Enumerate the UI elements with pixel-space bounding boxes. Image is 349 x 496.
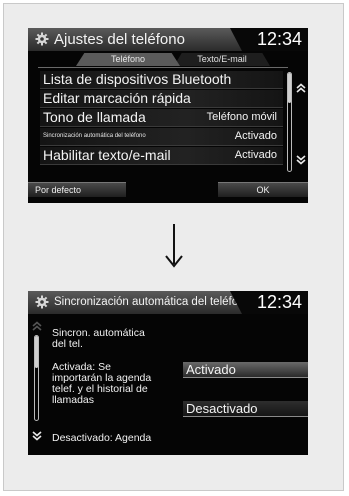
- double-chevron-down-icon[interactable]: [295, 155, 307, 165]
- tab-phone[interactable]: Teléfono: [76, 53, 180, 66]
- default-button[interactable]: Por defecto: [28, 182, 126, 197]
- menu-item-bluetooth-list[interactable]: Lista de dispositivos Bluetooth: [40, 71, 283, 89]
- tab-text-email[interactable]: Texto/E-mail: [174, 53, 270, 66]
- description-text: Sincron. automática del tel.: [52, 328, 145, 350]
- option-label: Desactivado: [186, 401, 258, 416]
- menu-item-auto-sync[interactable]: Sincronización automática del teléfono A…: [40, 128, 283, 146]
- clock-area: 12:34: [230, 291, 308, 314]
- clock-area: 12:34: [230, 28, 308, 51]
- double-chevron-down-icon[interactable]: [31, 431, 43, 441]
- tab-bar: Texto/E-mail Teléfono: [28, 53, 308, 67]
- menu-item-value: Teléfono móvil: [206, 111, 277, 123]
- menu-item-enable-text-email[interactable]: Habilitar texto/e-mail Activado: [40, 147, 283, 165]
- auto-sync-screen: Sincronización automática del teléfono 1…: [28, 291, 308, 455]
- menu-item-label: Lista de dispositivos Bluetooth: [43, 71, 232, 87]
- menu-item-label: Sincronización automática del teléfono: [43, 133, 146, 139]
- scrollbar-thumb[interactable]: [288, 73, 291, 103]
- scrollbar[interactable]: [34, 335, 39, 421]
- clock: 12:34: [256, 292, 302, 312]
- menu-item-ringtone[interactable]: Tono de llamada Teléfono móvil: [40, 109, 283, 127]
- double-chevron-up-icon[interactable]: [31, 321, 43, 331]
- menu-item-label: Tono de llamada: [43, 109, 146, 125]
- tab-label: Teléfono: [110, 54, 146, 64]
- header-bar: Sincronización automática del teléfono 1…: [28, 291, 308, 314]
- ok-button[interactable]: OK: [218, 182, 308, 197]
- default-button-label: Por defecto: [35, 185, 82, 195]
- menu-item-speed-dial[interactable]: Editar marcación rápida: [40, 90, 283, 108]
- double-chevron-up-icon[interactable]: [295, 83, 307, 93]
- ok-button-label: OK: [256, 185, 270, 195]
- menu-item-value: Activado: [234, 130, 277, 142]
- option-label: Activado: [186, 362, 236, 377]
- scrollbar-thumb[interactable]: [35, 336, 38, 368]
- gear-icon: [35, 32, 49, 46]
- description-text: Activada: Se importarán la agenda telef.…: [52, 362, 151, 406]
- option-activado[interactable]: Activado: [183, 362, 308, 378]
- menu-item-label: Editar marcación rápida: [43, 90, 191, 106]
- description-line: llamadas: [52, 394, 95, 406]
- header-bar: Ajustes del teléfono 12:34: [28, 28, 308, 51]
- clock: 12:34: [256, 29, 302, 49]
- tab-divider: [38, 67, 288, 68]
- gear-icon: [35, 295, 49, 309]
- option-desactivado[interactable]: Desactivado: [183, 401, 308, 417]
- screen-title: Sincronización automática del teléfono: [54, 296, 251, 308]
- description-text: Desactivado: Agenda: [52, 433, 151, 444]
- phone-settings-screen: Ajustes del teléfono 12:34 Texto/E-mail …: [28, 28, 308, 203]
- description-line: del tel.: [52, 338, 83, 350]
- description-line: Desactivado: Agenda: [52, 432, 152, 444]
- arrow-down-icon: [165, 224, 183, 268]
- menu-item-value: Activado: [234, 149, 277, 161]
- screen-title: Ajustes del teléfono: [54, 31, 185, 48]
- menu-item-label: Habilitar texto/e-mail: [43, 147, 171, 163]
- tab-label: Texto/E-mail: [197, 54, 247, 64]
- scrollbar[interactable]: [287, 72, 292, 172]
